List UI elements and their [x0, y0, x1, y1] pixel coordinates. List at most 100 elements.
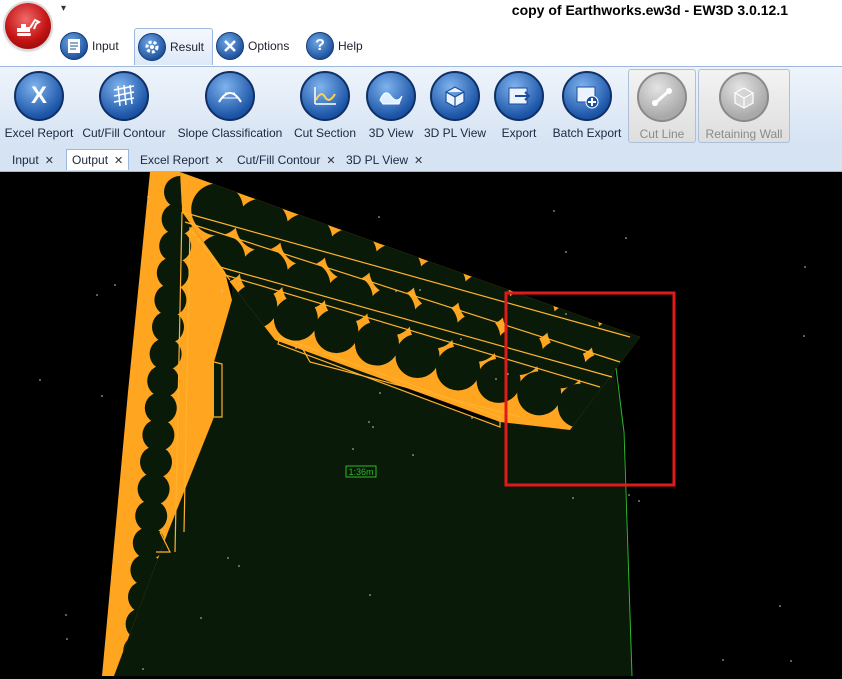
contour-grid-icon	[99, 71, 149, 121]
3d-box-icon	[430, 71, 480, 121]
doc-tab-input[interactable]: Input ✕	[12, 150, 54, 170]
slope-arc	[273, 296, 318, 341]
cut-line-button[interactable]: Cut Line	[629, 72, 695, 142]
cut-line-label: Cut Line	[639, 127, 685, 141]
background-dot	[65, 614, 67, 616]
cut-fill-contour-button[interactable]: Cut/Fill Contour	[80, 71, 168, 141]
background-dot	[368, 421, 370, 423]
slope-arc	[476, 358, 521, 403]
background-dot	[66, 638, 68, 640]
doc-tab-cut-fill-contour-label: Cut/Fill Contour	[237, 153, 321, 167]
doc-tab-output[interactable]: Output ✕	[66, 149, 130, 170]
background-dot	[352, 448, 354, 450]
background-dot	[379, 392, 381, 394]
export-label: Export	[501, 126, 537, 140]
tab-result[interactable]: Result	[134, 28, 213, 65]
background-dot	[227, 557, 229, 559]
background-dot	[101, 395, 103, 397]
doc-tab-excel-report[interactable]: Excel Report ✕	[140, 150, 224, 170]
tab-result-label: Result	[170, 40, 205, 54]
3d-view-label: 3D View	[368, 126, 414, 140]
background-dot	[374, 288, 376, 290]
batch-export-button[interactable]: Batch Export	[552, 71, 622, 141]
slope-arc	[436, 346, 481, 391]
help-icon: ?	[306, 32, 334, 60]
close-icon[interactable]: ✕	[45, 155, 54, 167]
slope-classification-button[interactable]: Slope Classification	[176, 71, 284, 141]
cad-drawing: 1:36m	[39, 172, 806, 677]
background-dot	[471, 417, 473, 419]
background-dot	[395, 290, 397, 292]
scale-box: 1:36m	[345, 465, 377, 478]
tab-input[interactable]: Input	[60, 28, 130, 64]
retaining-wall-button[interactable]: Retaining Wall	[699, 72, 789, 142]
tab-help[interactable]: ? Help	[306, 28, 372, 64]
retaining-wall-label: Retaining Wall	[705, 127, 783, 141]
scale-label: 1:36m	[348, 467, 373, 477]
3d-pl-view-button[interactable]: 3D PL View	[424, 71, 486, 141]
close-icon[interactable]: ✕	[114, 155, 123, 167]
tab-input-label: Input	[92, 39, 119, 53]
tab-options-label: Options	[248, 39, 290, 53]
section-chart-icon	[300, 71, 350, 121]
application-menu-button[interactable]	[5, 3, 51, 49]
batch-export-icon	[562, 71, 612, 121]
slope-arc	[517, 371, 562, 416]
slope-icon	[205, 71, 255, 121]
retaining-wall-icon	[719, 72, 769, 122]
window-title: copy of Earthworks.ew3d - EW3D 3.0.12.1	[511, 2, 788, 18]
slope-arc	[314, 309, 359, 354]
doc-tab-excel-report-label: Excel Report	[140, 153, 209, 167]
doc-tab-output-label: Output	[72, 153, 109, 167]
background-dot	[722, 659, 724, 661]
background-dot	[142, 668, 144, 670]
3d-terrain-icon	[366, 71, 416, 121]
background-dot	[200, 617, 202, 619]
cut-section-button[interactable]: Cut Section	[292, 71, 358, 141]
slope-arc	[395, 334, 440, 378]
background-dot	[295, 347, 297, 349]
slope-arc	[280, 213, 333, 266]
tab-options[interactable]: Options	[216, 28, 300, 64]
close-icon[interactable]: ✕	[215, 155, 224, 167]
tab-help-label: Help	[338, 39, 363, 53]
background-dot	[460, 338, 462, 340]
tools-icon	[216, 32, 244, 60]
export-button[interactable]: Export	[494, 71, 544, 141]
background-dot	[779, 605, 781, 607]
batch-export-label: Batch Export	[552, 126, 622, 140]
background-dot	[96, 294, 98, 296]
slope-classification-label: Slope Classification	[177, 126, 283, 140]
document-tab-bar: Input ✕ Output ✕ Excel Report ✕ Cut/Fill Co…	[0, 145, 842, 173]
background-dot	[553, 210, 555, 212]
slope-arc	[235, 198, 288, 251]
document-icon	[60, 32, 88, 60]
3d-pl-view-label: 3D PL View	[424, 126, 487, 140]
doc-tab-3d-pl-view[interactable]: 3D PL View ✕	[346, 150, 423, 170]
doc-tab-cut-fill-contour[interactable]: Cut/Fill Contour ✕	[237, 150, 336, 170]
background-dot	[565, 251, 567, 253]
excavator-icon	[17, 18, 41, 36]
background-dot	[625, 237, 627, 239]
background-dot	[507, 373, 509, 375]
close-icon[interactable]: ✕	[414, 155, 423, 167]
slope-arc	[354, 321, 399, 366]
excel-report-label: Excel Report	[4, 126, 74, 140]
3d-view-button[interactable]: 3D View	[364, 71, 418, 141]
close-icon[interactable]: ✕	[326, 155, 335, 167]
gear-icon	[138, 33, 166, 61]
output-drawing-viewport[interactable]: 1:36m	[0, 172, 842, 677]
background-dot	[572, 497, 574, 499]
slope-arc	[191, 183, 244, 236]
excel-report-button[interactable]: X Excel Report	[4, 71, 74, 141]
excel-icon: X	[14, 71, 64, 121]
background-dot	[638, 500, 640, 502]
background-dot	[803, 335, 805, 337]
retaining-wall-group: Retaining Wall	[698, 69, 790, 143]
background-dot	[804, 266, 806, 268]
doc-tab-3d-pl-view-label: 3D PL View	[346, 153, 409, 167]
title-bar: ▾ copy of Earthworks.ew3d - EW3D 3.0.12.…	[0, 0, 842, 22]
ribbon-toolbar: X Excel Report Cut/Fill Contour Slope Cl…	[0, 66, 842, 146]
background-dot	[372, 426, 374, 428]
quick-access-dropdown-icon[interactable]: ▾	[61, 3, 66, 14]
